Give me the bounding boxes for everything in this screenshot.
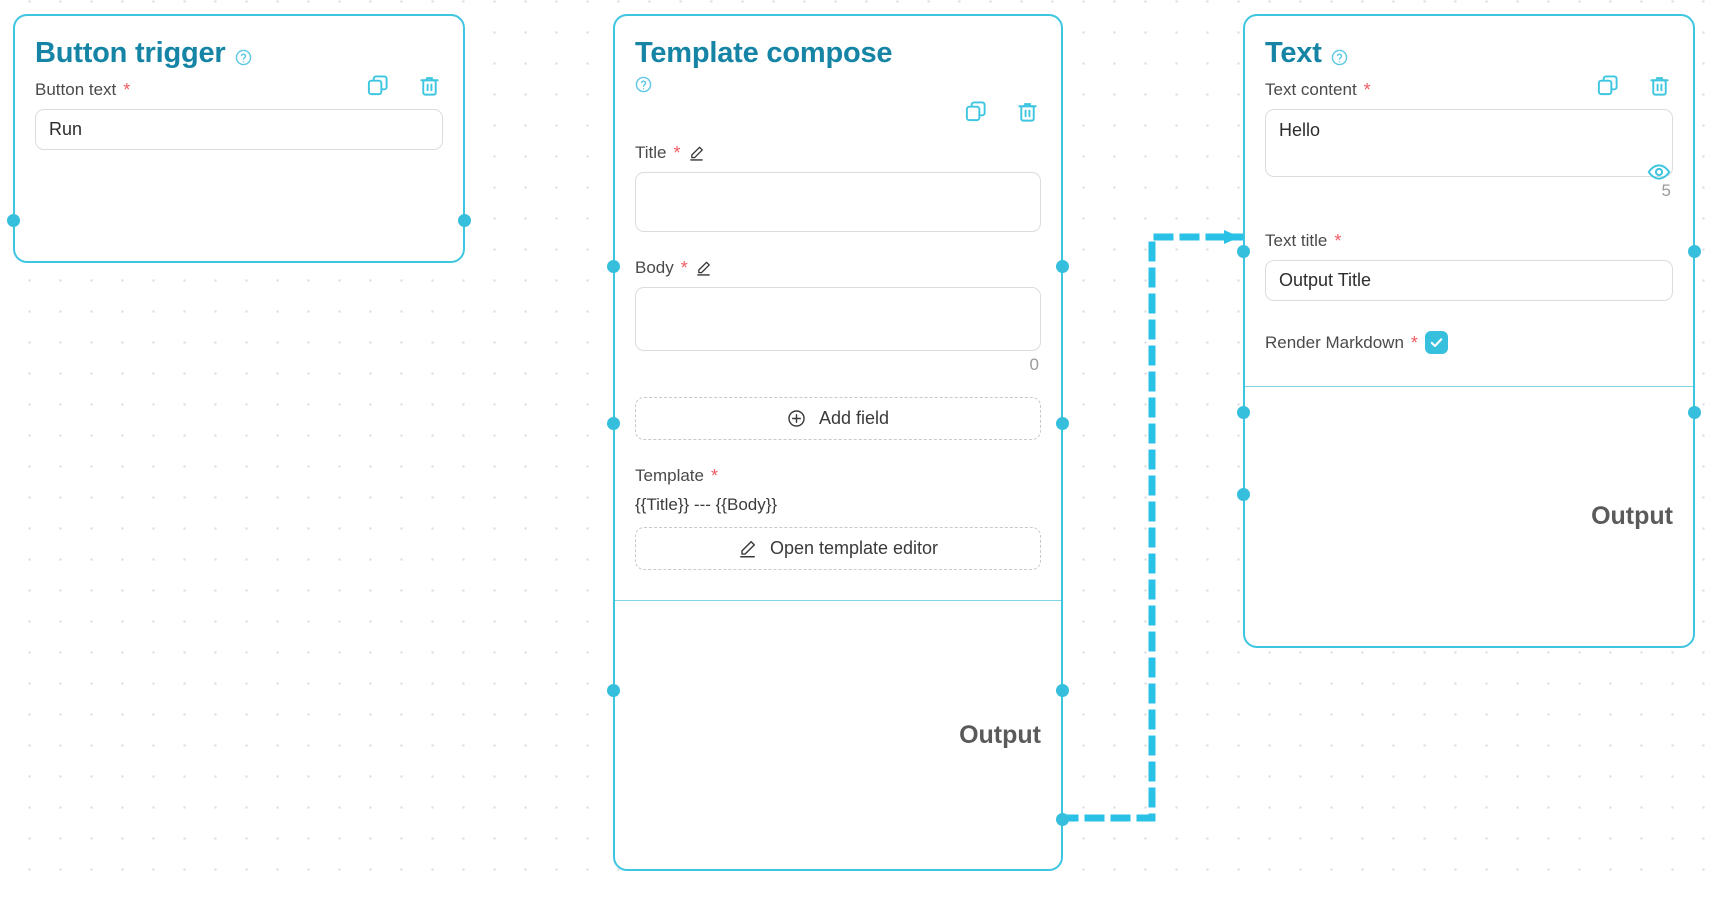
copy-icon[interactable] (964, 100, 987, 123)
field-label: Text title * (1265, 231, 1673, 251)
field-label: Body * (635, 258, 1041, 278)
pencil-icon[interactable] (695, 260, 712, 276)
button-text-input[interactable] (35, 109, 443, 151)
required-marker: * (710, 466, 718, 487)
trash-icon[interactable] (418, 74, 441, 97)
field-template: Template * {{Title}} --- {{Body}} Open t… (635, 466, 1041, 571)
port-output-text-title[interactable] (1688, 406, 1701, 419)
port-output-body[interactable] (1056, 417, 1069, 430)
node-header: Template compose (615, 16, 1061, 122)
required-marker: * (123, 80, 131, 101)
pencil-icon[interactable] (688, 145, 705, 161)
required-marker: * (1410, 332, 1418, 353)
field-label-text: Body (635, 258, 674, 278)
port-input-button-text[interactable] (7, 214, 20, 227)
body-textarea[interactable] (635, 287, 1041, 352)
node-actions (964, 100, 1039, 123)
field-label-text: Text title (1265, 231, 1328, 251)
node-title: Text (1265, 37, 1322, 69)
edge-template-to-text (1058, 233, 1244, 822)
node-actions (366, 74, 441, 97)
plus-circle-icon (787, 409, 806, 428)
trash-icon[interactable] (1016, 100, 1039, 123)
port-input-body[interactable] (607, 417, 620, 430)
field-label-text: Button text (35, 80, 117, 100)
field-label: Title * (635, 143, 1041, 163)
node-title: Button trigger (35, 37, 226, 69)
text-content-char-counter: 5 (1661, 181, 1671, 201)
field-label: Template * (635, 466, 1041, 486)
output-footer: Output (615, 601, 1061, 869)
port-output-text-content[interactable] (1688, 245, 1701, 258)
port-output-button-text[interactable] (458, 214, 471, 227)
body-char-counter: 0 (1029, 355, 1039, 375)
field-label-text: Template (635, 466, 704, 486)
required-marker: * (680, 258, 688, 279)
copy-icon[interactable] (1596, 74, 1619, 97)
help-circle-icon[interactable] (235, 49, 252, 66)
pencil-icon (738, 539, 757, 558)
field-text-title: Text title * (1265, 231, 1673, 302)
required-marker: * (1363, 80, 1371, 101)
add-field-label: Add field (818, 408, 890, 429)
text-content-textarea[interactable] (1265, 109, 1673, 178)
help-circle-icon[interactable] (635, 76, 652, 93)
field-label-text: Title (635, 143, 667, 163)
output-label: Output (959, 720, 1041, 749)
port-input-text-title[interactable] (1237, 406, 1250, 419)
field-render-markdown: Render Markdown * (1265, 331, 1673, 355)
trash-icon[interactable] (1648, 74, 1671, 97)
eye-icon[interactable] (1647, 160, 1671, 184)
workflow-canvas[interactable]: Button trigger Button text * Run Templat… (0, 0, 1728, 899)
node-text[interactable]: Text Text content * Hello 5 Text title *… (1237, 14, 1701, 648)
required-marker: * (673, 143, 681, 164)
port-input-text-content[interactable] (1237, 245, 1250, 258)
node-header: Text (1245, 16, 1693, 180)
field-label-text: Render Markdown (1265, 332, 1404, 352)
help-circle-icon[interactable] (1331, 49, 1348, 66)
port-input-render-markdown[interactable] (1237, 488, 1250, 501)
output-footer: Output (1245, 387, 1693, 646)
template-value: {{Title}} --- {{Body}} (635, 495, 778, 515)
open-template-editor-label: Open template editor (769, 538, 939, 559)
node-button-trigger[interactable]: Button trigger Button text * Run (7, 14, 471, 263)
required-marker: * (1334, 231, 1342, 252)
node-title: Template compose (635, 37, 893, 69)
port-output-node[interactable] (1056, 813, 1069, 826)
node-header: Button trigger (15, 16, 463, 96)
edge-arrowhead-icon (1224, 230, 1240, 244)
field-title: Title * (635, 143, 1041, 233)
field-label: Render Markdown * (1265, 331, 1673, 355)
node-body: Text content * 5 Text title * Render Mar… (1245, 74, 1693, 388)
port-input-template[interactable] (607, 684, 620, 697)
add-field-button[interactable]: Add field (635, 397, 1041, 441)
open-template-editor-button[interactable]: Open template editor (635, 527, 1041, 571)
field-text-content: Text content * 5 (1265, 80, 1673, 201)
field-body: Body * 0 (635, 258, 1041, 375)
field-label-text: Text content (1265, 80, 1357, 100)
text-title-input[interactable] (1265, 260, 1673, 302)
output-label: Output (1591, 502, 1673, 531)
node-body: Title * Body * 0 Add field Template * {{… (615, 99, 1061, 602)
render-markdown-checkbox[interactable] (1424, 331, 1448, 355)
copy-icon[interactable] (366, 74, 389, 97)
node-actions (1596, 74, 1671, 97)
node-template-compose[interactable]: Template compose Title * Body * 0 Add fi… (607, 14, 1069, 871)
port-input-title[interactable] (607, 260, 620, 273)
title-input[interactable] (635, 172, 1041, 233)
port-output-template[interactable] (1056, 684, 1069, 697)
port-output-title[interactable] (1056, 260, 1069, 273)
